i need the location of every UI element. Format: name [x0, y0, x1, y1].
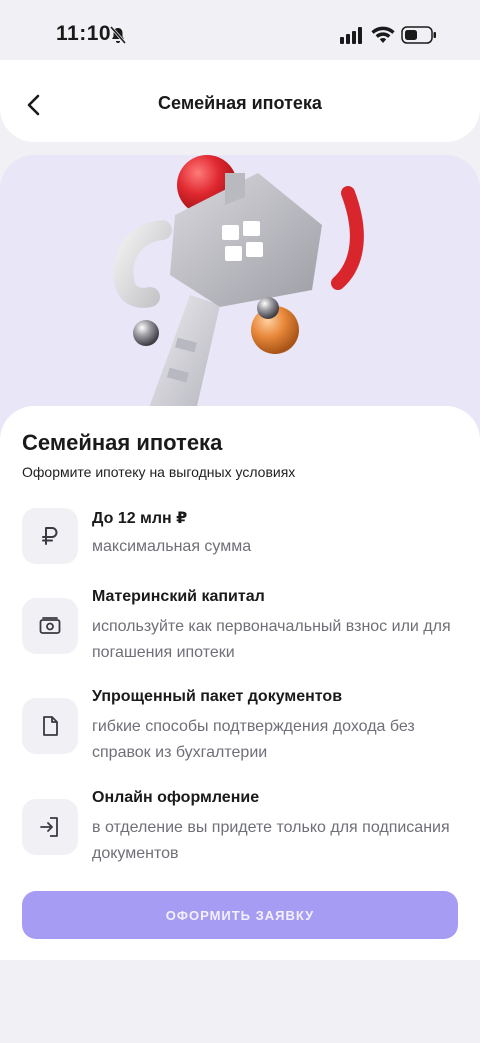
- page-title: Семейная ипотека: [158, 93, 322, 113]
- house-key-illustration: [113, 155, 364, 445]
- feature-item: Материнский капитал используйте как перв…: [22, 588, 458, 668]
- wifi-icon: [371, 26, 395, 43]
- feature-description: гибкие способы подтверждения дохода без …: [92, 718, 415, 761]
- card-subtitle: Оформите ипотеку на выгодных условиях: [22, 464, 296, 480]
- feature-item: До 12 млн ₽ максимальная сумма: [22, 508, 458, 568]
- document-icon: [22, 698, 78, 754]
- card-title: Семейная ипотека: [22, 430, 223, 455]
- hero-banner: [0, 155, 480, 445]
- feature-title: Материнский капитал: [92, 588, 265, 605]
- feature-item: Онлайн оформление в отделение вы придете…: [22, 789, 458, 869]
- content-card: Семейная ипотека Оформите ипотеку на выг…: [0, 406, 480, 960]
- feature-description: максимальная сумма: [92, 538, 252, 555]
- header: Семейная ипотека: [0, 60, 480, 142]
- feature-description: в отделение вы придете только для подпис…: [92, 819, 450, 862]
- feature-title: До 12 млн ₽: [92, 510, 188, 527]
- submit-application-button[interactable]: ОФОРМИТЬ ЗАЯВКУ: [22, 891, 458, 939]
- mute-icon: [109, 26, 127, 44]
- signal-icon: [340, 27, 362, 44]
- ruble-icon: [22, 508, 78, 564]
- cash-icon: [22, 598, 78, 654]
- login-icon: [22, 799, 78, 855]
- feature-title: Упрощенный пакет документов: [92, 688, 343, 705]
- status-time: 11:10: [56, 22, 112, 45]
- feature-item: Упрощенный пакет документов гибкие спосо…: [22, 688, 458, 768]
- feature-title: Онлайн оформление: [92, 789, 260, 806]
- battery-icon: [401, 26, 436, 44]
- feature-description: используйте как первоначальный взнос или…: [92, 618, 451, 661]
